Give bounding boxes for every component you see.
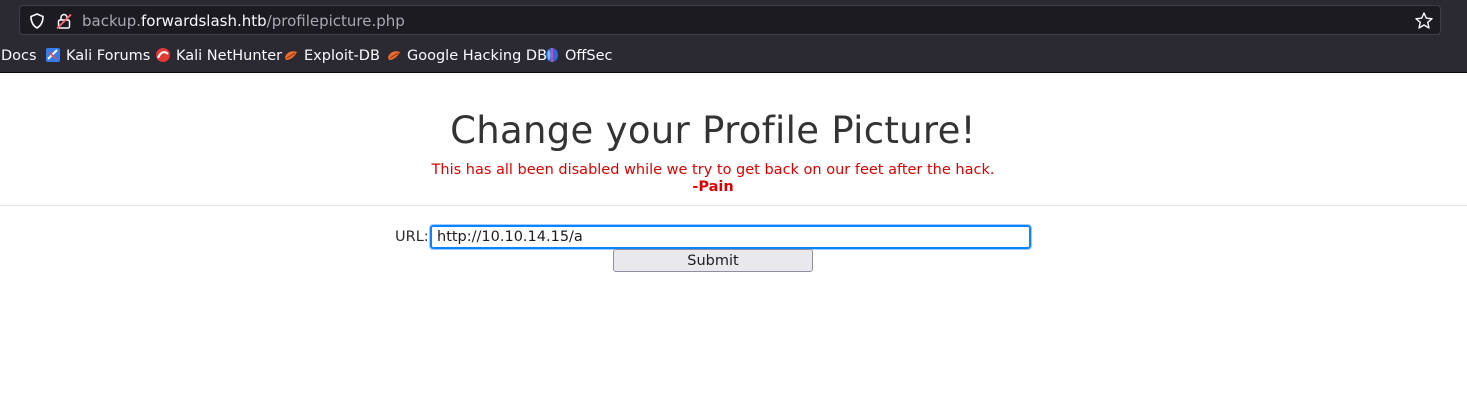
offsec-icon: [544, 47, 560, 63]
browser-chrome: backup.forwardslash.htb/profilepicture.p…: [0, 0, 1467, 73]
bookmark-kali-forums[interactable]: Kali Forums: [45, 44, 150, 68]
bookmark-label: Docs: [1, 48, 37, 64]
url-host: forwardslash.htb: [140, 12, 267, 30]
insecure-lock-icon[interactable]: [55, 12, 73, 30]
bookmark-offsec[interactable]: OffSec: [544, 44, 613, 68]
bookmark-google-hacking-db[interactable]: Google Hacking DB: [386, 44, 547, 68]
bookmark-exploit-db[interactable]: Exploit-DB: [283, 44, 380, 68]
page-title: Change your Profile Picture!: [450, 109, 976, 152]
kali-forums-icon: [45, 47, 61, 63]
kali-nethunter-icon: [155, 47, 171, 63]
page-content: Change your Profile Picture! This has al…: [0, 73, 1467, 415]
divider: [0, 205, 1467, 206]
notice-signature: -Pain: [692, 179, 734, 195]
tracking-protection-shield-icon[interactable]: [28, 12, 46, 30]
bookmark-label: OffSec: [565, 48, 613, 64]
bookmark-label: Exploit-DB: [304, 48, 380, 64]
bookmark-kali-nethunter[interactable]: Kali NetHunter: [155, 44, 282, 68]
bookmark-label: Kali Forums: [66, 48, 151, 64]
exploit-db-icon: [283, 47, 299, 63]
bookmark-star-icon[interactable]: [1414, 11, 1434, 31]
url-label: URL:: [395, 229, 429, 245]
bookmark-label: Kali NetHunter: [176, 48, 283, 64]
url-text[interactable]: backup.forwardslash.htb/profilepicture.p…: [82, 11, 405, 31]
url-prefix: backup.: [82, 12, 141, 30]
address-bar[interactable]: backup.forwardslash.htb/profilepicture.p…: [19, 5, 1441, 35]
disabled-notice: This has all been disabled while we try …: [431, 162, 995, 178]
ghdb-icon: [386, 47, 402, 63]
submit-button[interactable]: Submit: [613, 249, 813, 272]
bookmark-label: Google Hacking DB: [407, 48, 548, 64]
url-input[interactable]: [429, 224, 1032, 250]
url-path: /profilepicture.php: [266, 12, 405, 30]
bookmark-docs[interactable]: Docs: [1, 44, 37, 68]
